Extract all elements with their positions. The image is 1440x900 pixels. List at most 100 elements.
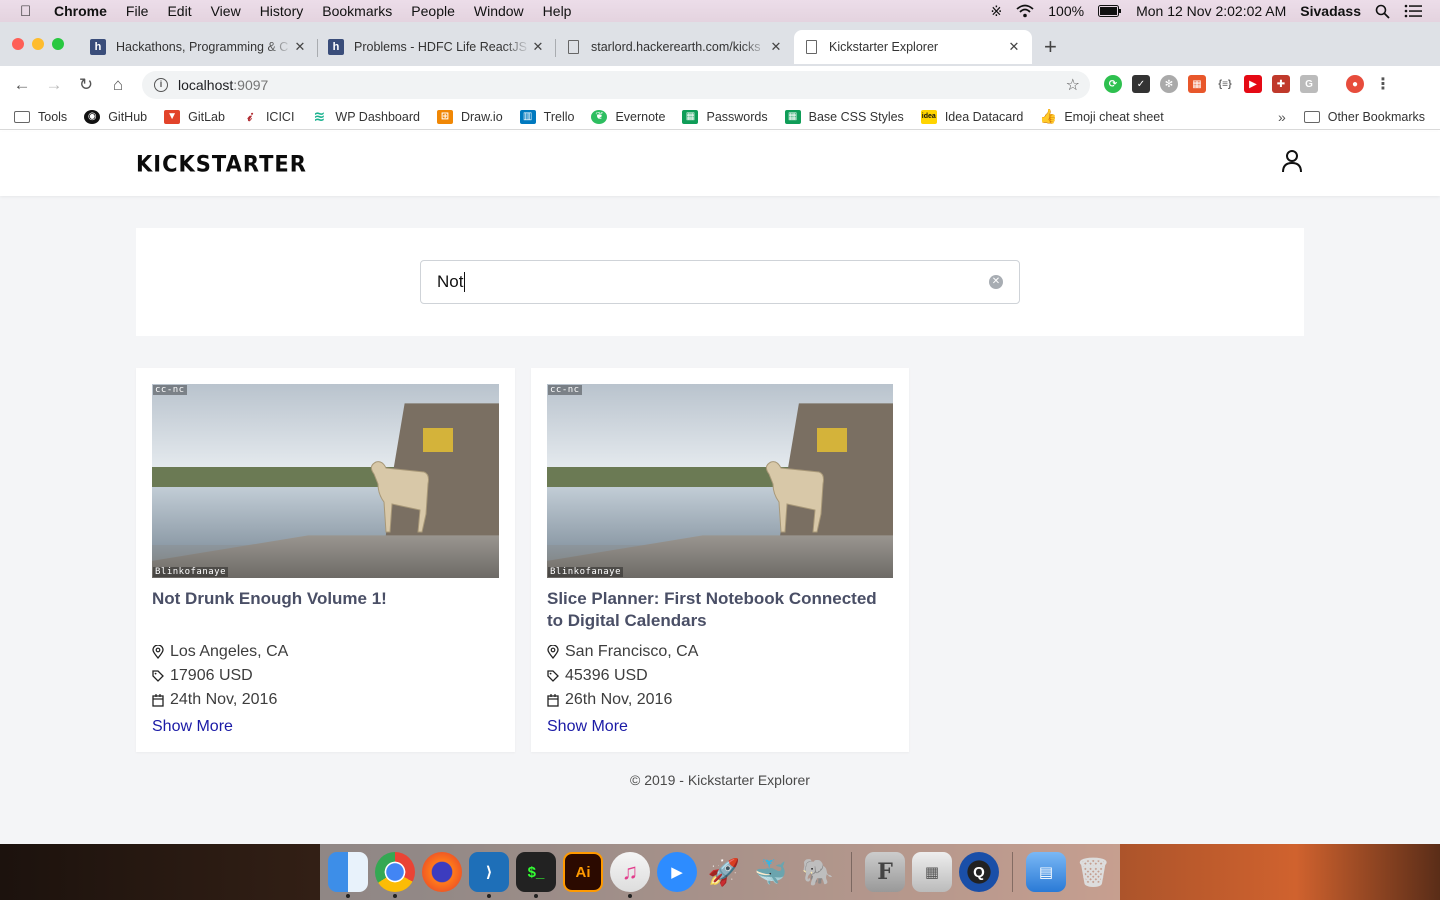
bookmark-passwords[interactable]: ▦ Passwords bbox=[682, 109, 768, 124]
more-bookmarks-chevron-icon[interactable]: » bbox=[1278, 109, 1286, 125]
bookmark-icici[interactable]: 𝒾 ICICI bbox=[242, 108, 295, 124]
sequel-pro-icon[interactable]: 🐘 bbox=[798, 852, 838, 892]
extension-off-icon[interactable]: ▦ bbox=[1188, 75, 1206, 93]
bookmark-trello[interactable]: ▥ Trello bbox=[519, 109, 574, 124]
menu-history[interactable]: History bbox=[260, 3, 304, 19]
rocket-icon[interactable]: 🚀 bbox=[704, 852, 744, 892]
spotlight-search-icon[interactable] bbox=[1375, 4, 1390, 19]
calculator-icon[interactable]: ▦ bbox=[912, 852, 952, 892]
extension-green-icon[interactable]: ⟳ bbox=[1104, 75, 1122, 93]
illustrator-icon[interactable]: Ai bbox=[563, 852, 603, 892]
bookmark-emoji-cheat-sheet[interactable]: 👍 Emoji cheat sheet bbox=[1040, 108, 1164, 124]
extension-gear-icon[interactable]: ✻ bbox=[1160, 75, 1178, 93]
quicktime-icon[interactable]: Q bbox=[959, 852, 999, 892]
youtube-icon[interactable]: ▶ bbox=[1244, 75, 1262, 93]
clock[interactable]: Mon 12 Nov 2:02:02 AM bbox=[1136, 3, 1286, 19]
close-tab-icon[interactable]: ✕ bbox=[1006, 39, 1022, 55]
gitlab-icon: ▼ bbox=[164, 109, 181, 124]
applications-folder-icon[interactable]: ▤ bbox=[1026, 852, 1066, 892]
project-title[interactable]: Slice Planner: First Notebook Connected … bbox=[547, 588, 893, 640]
kickstarter-logo[interactable]: KICKSTARTER bbox=[136, 151, 307, 176]
bluetooth-icon[interactable]: ※ bbox=[991, 3, 1003, 20]
browser-window: h Hackathons, Programming & C ✕ h Proble… bbox=[0, 22, 1440, 844]
pocket-icon[interactable]: ✓ bbox=[1132, 75, 1150, 93]
info-icon[interactable]: i bbox=[154, 78, 168, 92]
chrome-menu-icon[interactable]: ⋮ bbox=[1374, 75, 1392, 93]
bookmark-idea-datacard[interactable]: idea Idea Datacard bbox=[920, 109, 1023, 124]
menu-view[interactable]: View bbox=[211, 3, 241, 19]
notification-center-icon[interactable] bbox=[1404, 4, 1422, 18]
show-more-link[interactable]: Show More bbox=[547, 718, 628, 736]
forward-arrow-icon[interactable]: → bbox=[38, 75, 70, 95]
menu-edit[interactable]: Edit bbox=[167, 3, 191, 19]
reload-icon[interactable]: ↻ bbox=[70, 75, 102, 95]
close-tab-icon[interactable]: ✕ bbox=[292, 39, 308, 55]
back-arrow-icon[interactable]: ← bbox=[6, 75, 38, 95]
bookmark-base-css[interactable]: ▦ Base CSS Styles bbox=[784, 109, 904, 124]
finder-icon[interactable] bbox=[328, 852, 368, 898]
battery-icon[interactable] bbox=[1098, 5, 1122, 17]
profile-avatar[interactable]: ● bbox=[1346, 75, 1364, 93]
extensions-area: ⟳ ✓ ✻ ▦ {≡} ▶ ✚ G ● ⋮ bbox=[1104, 75, 1392, 93]
font-book-icon[interactable]: F bbox=[865, 852, 905, 892]
bookmark-wp-dashboard[interactable]: ≋ WP Dashboard bbox=[311, 108, 420, 124]
tab-problems[interactable]: h Problems - HDFC Life ReactJS ✕ bbox=[318, 30, 556, 64]
zoom-icon[interactable]: ▶ bbox=[657, 852, 697, 892]
user-icon[interactable] bbox=[1281, 149, 1303, 173]
docker-icon[interactable]: 🐳 bbox=[751, 852, 791, 892]
drawio-icon: ⊞ bbox=[436, 109, 453, 124]
results-grid: cc-nc Blinkofanaye Not Drunk Enough Volu… bbox=[136, 368, 909, 752]
menu-help[interactable]: Help bbox=[543, 3, 572, 19]
location-pin-icon bbox=[547, 645, 559, 659]
home-icon[interactable]: ⌂ bbox=[102, 75, 134, 95]
grammarly-icon[interactable]: G bbox=[1300, 75, 1318, 93]
search-input[interactable]: Not ✕ bbox=[420, 260, 1020, 304]
vscode-icon[interactable]: ⟩ bbox=[469, 852, 509, 898]
tab-starlord[interactable]: starlord.hackerearth.com/kicks ✕ bbox=[556, 30, 794, 64]
bookmark-gitlab[interactable]: ▼ GitLab bbox=[164, 109, 225, 124]
chrome-icon[interactable] bbox=[375, 852, 415, 898]
terminal-icon[interactable]: $_ bbox=[516, 852, 556, 898]
evernote-icon: ❦ bbox=[591, 109, 608, 124]
dock-separator bbox=[851, 852, 852, 892]
address-bar[interactable]: i localhost:9097 ☆ bbox=[142, 71, 1090, 99]
project-title[interactable]: Not Drunk Enough Volume 1! bbox=[152, 588, 499, 640]
show-more-link[interactable]: Show More bbox=[152, 718, 233, 736]
menu-bookmarks[interactable]: Bookmarks bbox=[322, 3, 392, 19]
project-card: cc-nc Blinkofanaye Slice Planner: First … bbox=[531, 368, 909, 752]
close-window-button[interactable] bbox=[12, 38, 24, 50]
hackerearth-icon: h bbox=[90, 39, 106, 55]
bookmark-other[interactable]: Other Bookmarks bbox=[1303, 110, 1425, 124]
new-tab-button[interactable]: + bbox=[1044, 30, 1057, 64]
browser-toolbar: ← → ↻ ⌂ i localhost:9097 ☆ ⟳ ✓ ✻ ▦ {≡} ▶… bbox=[0, 66, 1440, 104]
bookmark-github[interactable]: ◉ GitHub bbox=[84, 109, 147, 124]
clear-search-icon[interactable]: ✕ bbox=[989, 275, 1003, 289]
bookmark-tools[interactable]: Tools bbox=[14, 110, 67, 124]
dog-image bbox=[765, 461, 824, 533]
trash-icon[interactable]: 🗑 bbox=[1073, 852, 1113, 892]
menu-app-name[interactable]: Chrome bbox=[54, 3, 107, 19]
apple-icon[interactable]:  bbox=[20, 3, 36, 20]
extension-red-icon[interactable]: ✚ bbox=[1272, 75, 1290, 93]
menu-file[interactable]: File bbox=[126, 3, 149, 19]
tab-kickstarter-explorer[interactable]: Kickstarter Explorer ✕ bbox=[794, 30, 1032, 64]
tab-title: Problems - HDFC Life ReactJS bbox=[354, 40, 527, 54]
menu-window[interactable]: Window bbox=[474, 3, 524, 19]
tab-hackathons[interactable]: h Hackathons, Programming & C ✕ bbox=[80, 30, 318, 64]
firefox-icon[interactable] bbox=[422, 852, 462, 892]
menu-people[interactable]: People bbox=[411, 3, 455, 19]
wifi-icon[interactable] bbox=[1016, 4, 1034, 18]
itunes-icon[interactable]: ♫ bbox=[610, 852, 650, 898]
json-formatter-icon[interactable]: {≡} bbox=[1216, 75, 1234, 93]
maximize-window-button[interactable] bbox=[52, 38, 64, 50]
bookmark-evernote[interactable]: ❦ Evernote bbox=[591, 109, 665, 124]
menubar-user[interactable]: Sivadass bbox=[1300, 3, 1361, 19]
sheets-icon: ▦ bbox=[682, 109, 699, 124]
close-tab-icon[interactable]: ✕ bbox=[530, 39, 546, 55]
minimize-window-button[interactable] bbox=[32, 38, 44, 50]
bookmark-drawio[interactable]: ⊞ Draw.io bbox=[436, 109, 503, 124]
bookmark-star-icon[interactable]: ☆ bbox=[1066, 75, 1080, 95]
project-amount: 17906 USD bbox=[152, 664, 499, 688]
close-tab-icon[interactable]: ✕ bbox=[768, 39, 784, 55]
project-date: 26th Nov, 2016 bbox=[547, 688, 893, 712]
